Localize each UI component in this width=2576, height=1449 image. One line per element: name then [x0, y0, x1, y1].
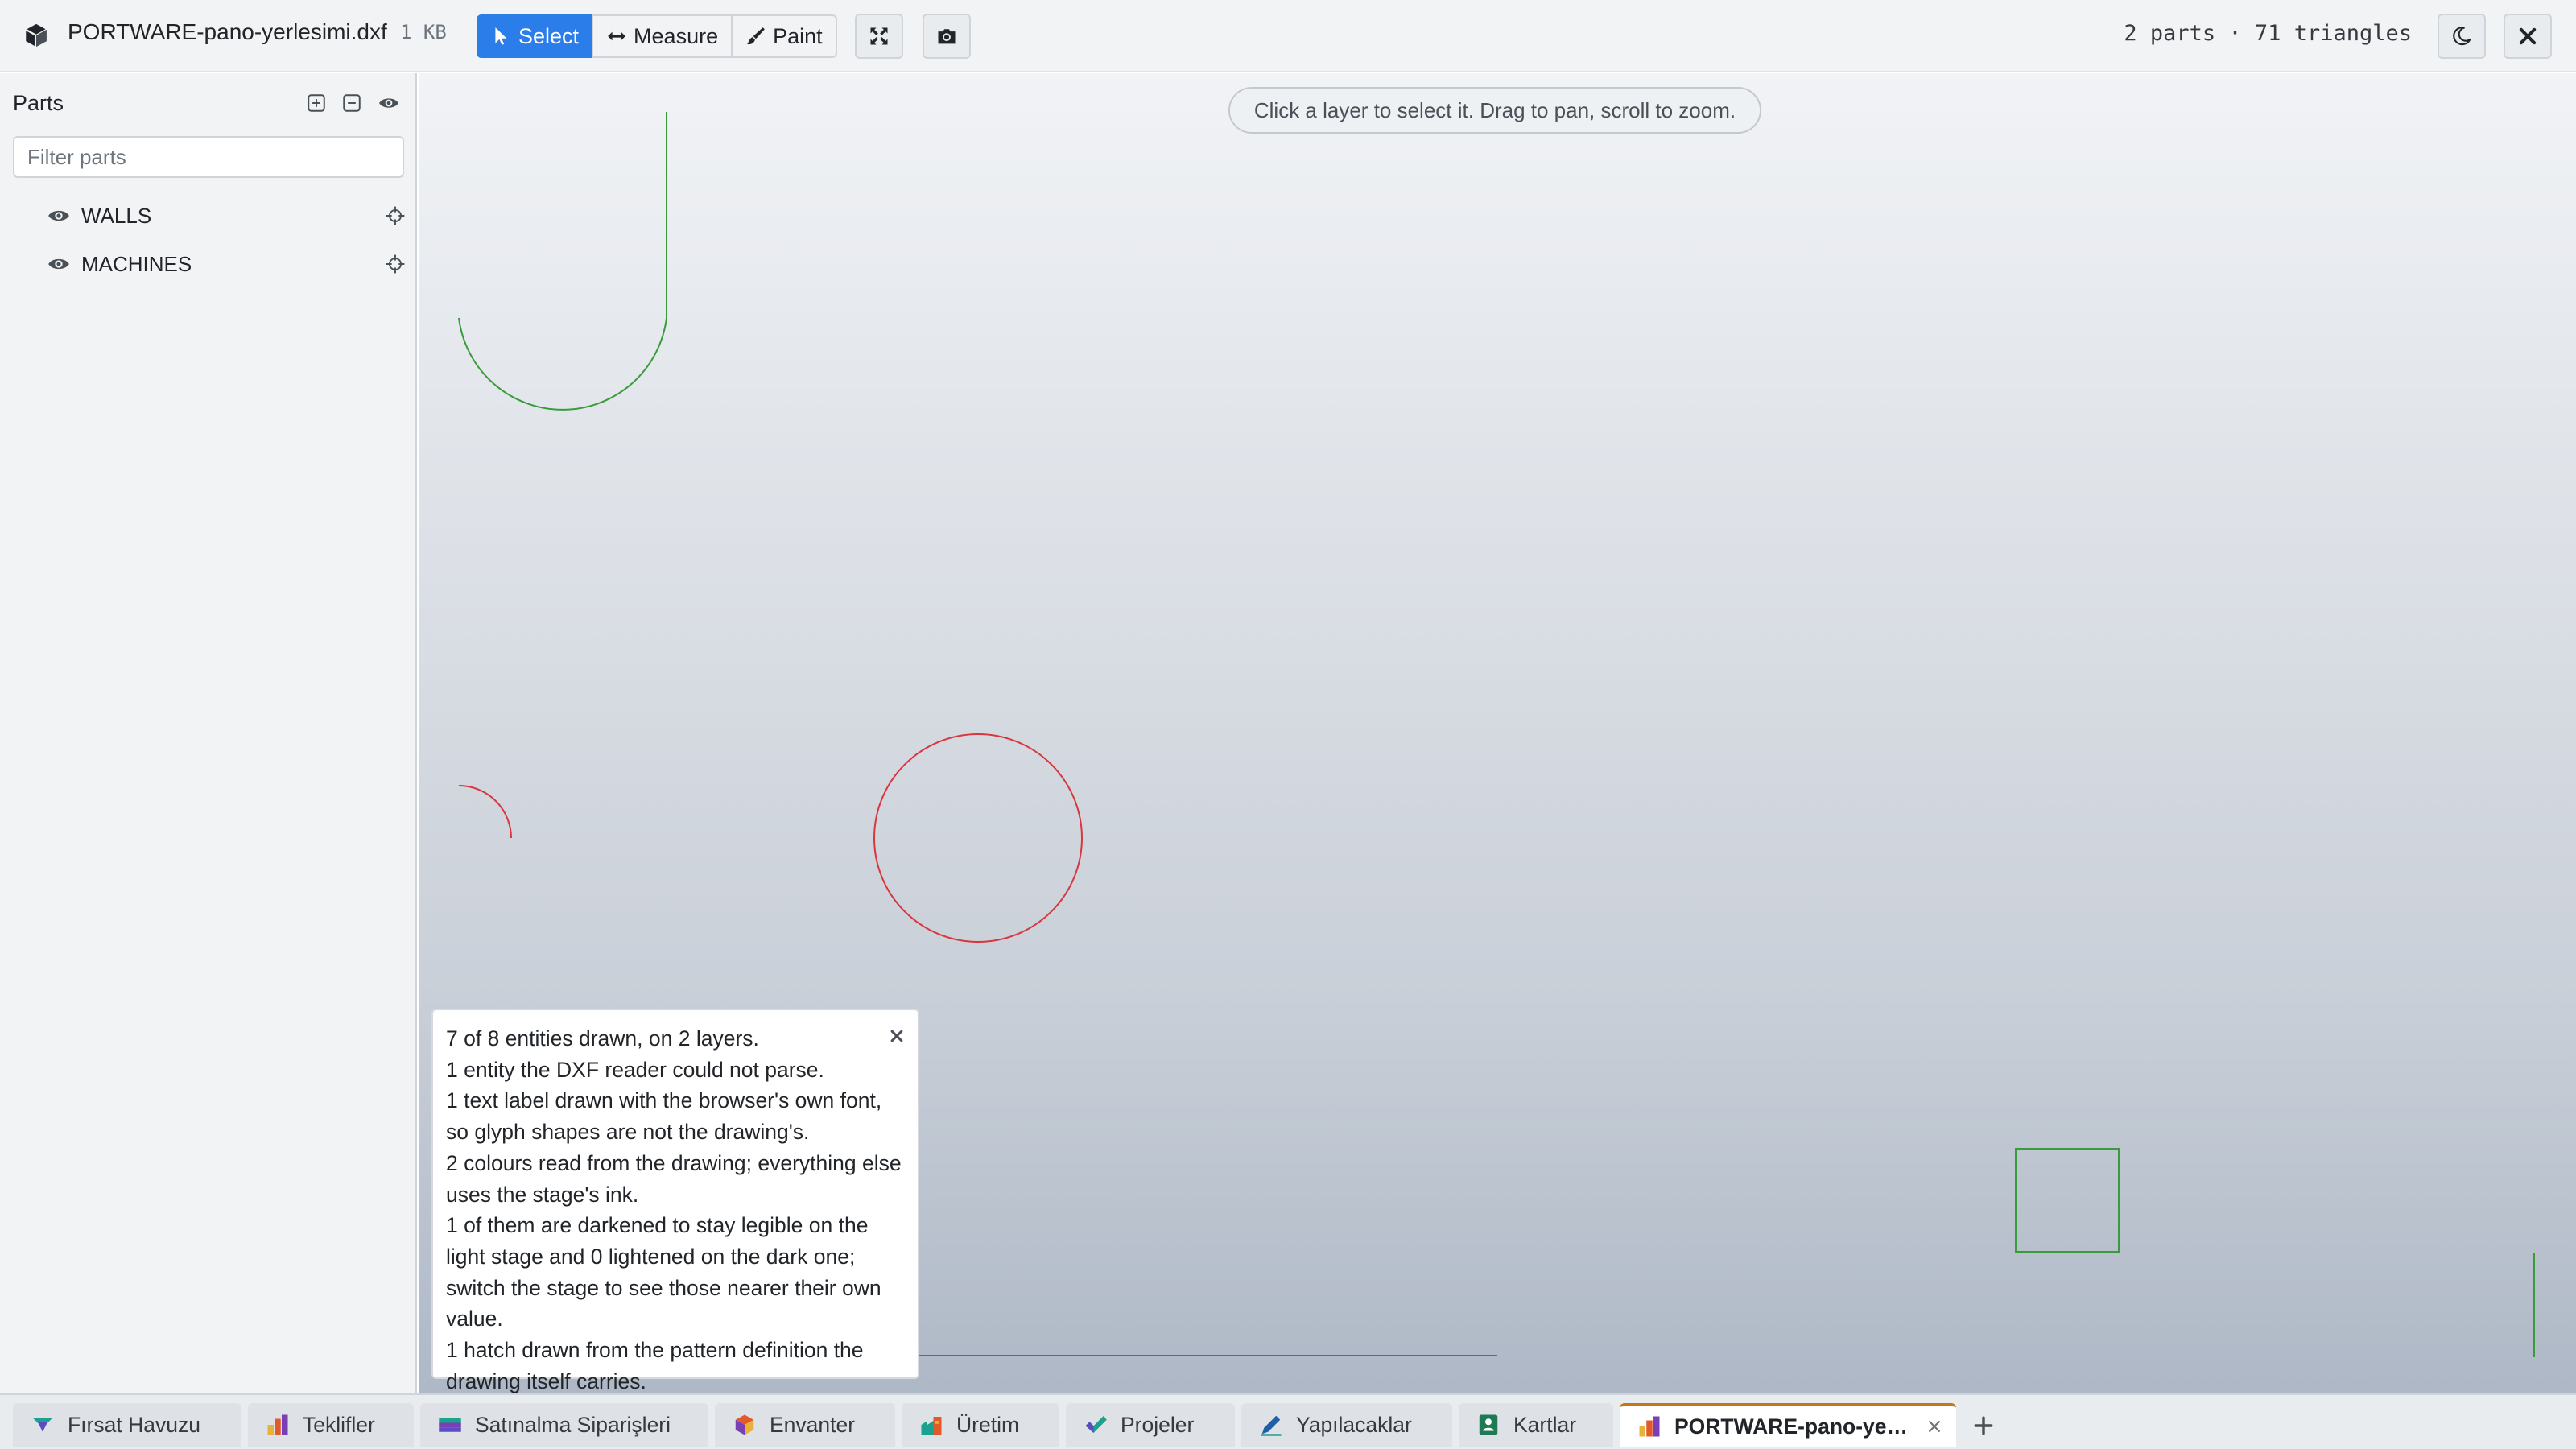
- select-tool-label: Select: [518, 23, 580, 48]
- tab-label: Kartlar: [1513, 1412, 1577, 1437]
- box-icon: [735, 1414, 754, 1435]
- close-viewer-button[interactable]: [2504, 14, 2552, 59]
- new-tab-button[interactable]: [1967, 1410, 2000, 1442]
- tab-label: PORTWARE-pano-yerlesimi.dxf: [1674, 1414, 1913, 1439]
- pencil-icon: [1261, 1415, 1282, 1436]
- layer-visibility-toggle[interactable]: [47, 204, 71, 228]
- stage-hint: Click a layer to select it. Drag to pan,…: [1228, 87, 1761, 134]
- close-icon: [2519, 27, 2537, 45]
- plus-icon: [1974, 1416, 1993, 1435]
- fit-view-button[interactable]: [855, 14, 903, 59]
- notes-close-button[interactable]: [887, 1026, 906, 1046]
- filter-parts-input[interactable]: [13, 136, 404, 178]
- layer-focus-button[interactable]: [383, 204, 407, 228]
- expand-all-button[interactable]: [304, 91, 328, 115]
- note-line: 2 colours read from the drawing; everyth…: [446, 1150, 902, 1207]
- arrows-horizontal-icon: [608, 31, 625, 41]
- layer-name: WALLS: [81, 203, 152, 228]
- cursor-icon: [495, 27, 507, 45]
- bar-chart-icon: [267, 1414, 288, 1435]
- parts-title: Parts: [13, 91, 64, 115]
- tab-kartlar[interactable]: Kartlar: [1459, 1403, 1613, 1447]
- drawing-stage[interactable]: Click a layer to select it. Drag to pan,…: [419, 73, 2576, 1393]
- layer-row-walls[interactable]: WALLS: [0, 193, 415, 238]
- measure-tool-button[interactable]: Measure: [592, 14, 733, 58]
- layer-focus-button[interactable]: [383, 252, 407, 276]
- tab-label: Satınalma Siparişleri: [475, 1412, 671, 1437]
- factory-icon: [921, 1417, 942, 1435]
- machine-circle[interactable]: [873, 733, 1083, 943]
- contact-card-icon: [1479, 1414, 1498, 1435]
- file-name: PORTWARE-pano-yerlesimi.dxf: [68, 19, 387, 44]
- theme-toggle-button[interactable]: [2438, 14, 2486, 59]
- scene-stats: 2 parts · 71 triangles: [2124, 21, 2412, 46]
- funnel-icon: [32, 1418, 53, 1432]
- measure-tool-label: Measure: [634, 23, 719, 48]
- cube-icon: [25, 23, 47, 47]
- crosshair-icon: [386, 206, 405, 225]
- wall-rectangle[interactable]: [2015, 1148, 2120, 1253]
- moon-icon: [2453, 27, 2471, 46]
- note-line: 1 hatch drawn from the pattern definitio…: [446, 1338, 864, 1393]
- parts-sidebar: Parts WALLS MACHINES: [0, 73, 417, 1393]
- paint-tool-button[interactable]: Paint: [731, 14, 837, 58]
- expand-icon: [870, 27, 888, 45]
- note-line: 1 entity the DXF reader could not parse.: [446, 1057, 824, 1082]
- layer-visibility-toggle[interactable]: [47, 252, 71, 276]
- layer-row-machines[interactable]: MACHINES: [0, 242, 415, 287]
- tab-label: Envanter: [770, 1412, 856, 1437]
- machine-arc[interactable]: [458, 785, 512, 839]
- crosshair-icon: [386, 254, 405, 274]
- tab-yapilacaklar[interactable]: Yapılacaklar: [1241, 1403, 1452, 1447]
- screenshot-button[interactable]: [923, 14, 971, 59]
- collapse-all-button[interactable]: [340, 91, 364, 115]
- tab-label: Fırsat Havuzu: [68, 1412, 200, 1437]
- paintbrush-icon: [747, 27, 765, 45]
- note-line: 7 of 8 entities drawn, on 2 layers.: [446, 1026, 759, 1051]
- select-tool-button[interactable]: Select: [477, 14, 594, 58]
- tab-close-button[interactable]: [1926, 1418, 1943, 1435]
- toolbar: PORTWARE-pano-yerlesimi.dxf 1 KB Select …: [0, 0, 2576, 72]
- note-line: 1 of them are darkened to stay legible o…: [446, 1213, 881, 1331]
- tool-group: Select Measure Paint: [477, 14, 837, 58]
- tab-portware-pano-yerlesimi[interactable]: PORTWARE-pano-yerlesimi.dxf: [1620, 1403, 1956, 1447]
- eye-icon: [379, 98, 398, 108]
- paint-tool-label: Paint: [773, 23, 823, 48]
- tab-uretim[interactable]: Üretim: [902, 1403, 1059, 1447]
- bar-chart-icon: [1639, 1416, 1660, 1437]
- import-notes-panel: 7 of 8 entities drawn, on 2 layers. 1 en…: [431, 1009, 919, 1393]
- tab-label: Teklifler: [303, 1412, 375, 1437]
- close-icon: [1929, 1421, 1940, 1432]
- minus-square-icon: [343, 94, 361, 112]
- tab-projeler[interactable]: Projeler: [1066, 1403, 1235, 1447]
- tab-bar: Fırsat Havuzu Teklifler Satınalma Sipari…: [0, 1393, 2576, 1449]
- camera-icon: [938, 29, 956, 44]
- file-size: 1 KB: [400, 21, 447, 43]
- card-icon: [439, 1418, 461, 1432]
- tab-envanter[interactable]: Envanter: [715, 1403, 895, 1447]
- note-line: 1 text label drawn with the browser's ow…: [446, 1088, 882, 1145]
- tab-label: Projeler: [1121, 1412, 1195, 1437]
- tab-firsat-havuzu[interactable]: Fırsat Havuzu: [13, 1403, 242, 1447]
- plus-square-icon: [308, 94, 325, 112]
- tab-teklifler[interactable]: Teklifler: [248, 1403, 414, 1447]
- checkmark-icon: [1085, 1415, 1107, 1433]
- toggle-all-visibility-button[interactable]: [377, 91, 401, 115]
- tab-satinalma-siparisleri[interactable]: Satınalma Siparişleri: [420, 1403, 708, 1447]
- eye-icon: [48, 210, 69, 221]
- tab-label: Yapılacaklar: [1296, 1412, 1412, 1437]
- eye-icon: [48, 258, 69, 270]
- close-icon: [890, 1030, 903, 1042]
- layer-name: MACHINES: [81, 251, 192, 276]
- wall-polyline[interactable]: [458, 112, 667, 411]
- tab-label: Üretim: [956, 1412, 1020, 1437]
